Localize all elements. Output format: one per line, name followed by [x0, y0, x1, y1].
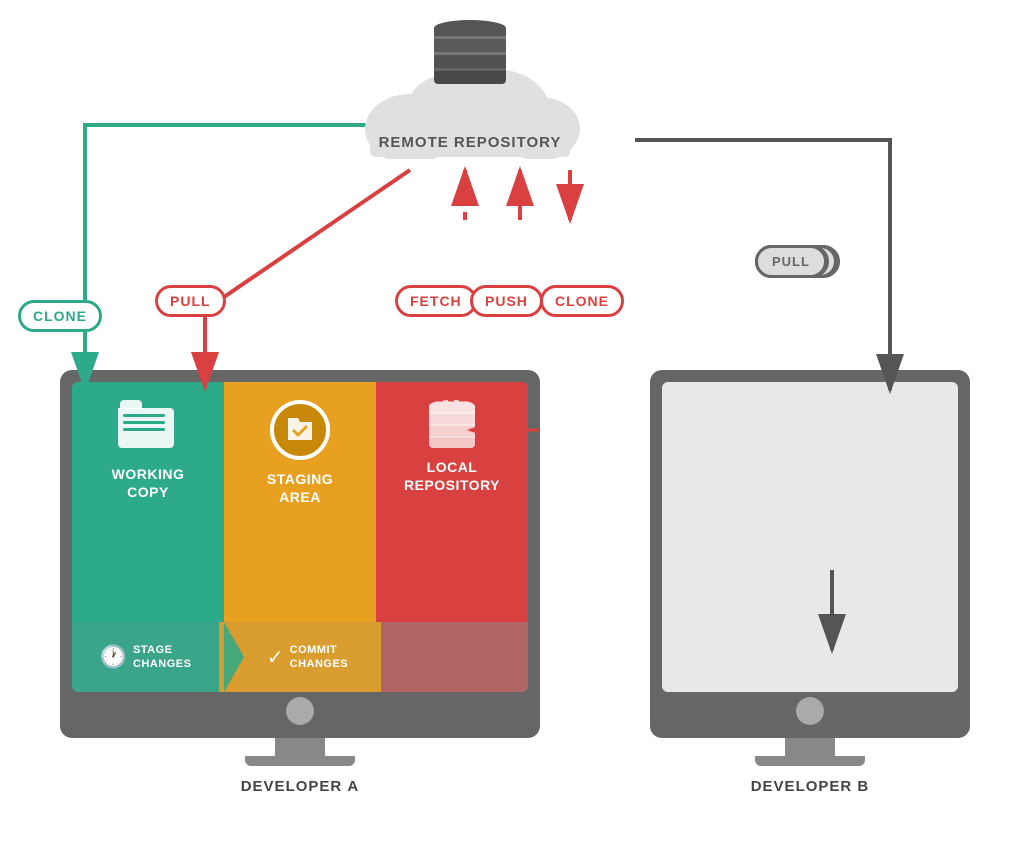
working-copy-title: WORKINGCOPY [112, 465, 185, 501]
pull-label: PULL [155, 285, 226, 317]
developer-a-computer: WORKINGCOPY STAGINGAREA [60, 370, 540, 795]
stage-changes-icon: 🕐 [100, 644, 127, 670]
monitor-a-button [286, 697, 314, 725]
local-repo-icon [429, 400, 475, 448]
monitor-b-base [755, 756, 865, 766]
commit-changes-icon: ✓ [267, 645, 284, 670]
screen-b [662, 382, 958, 692]
monitor-a-stand [275, 738, 325, 756]
monitor-a: WORKINGCOPY STAGINGAREA [60, 370, 540, 738]
pull-b-label: PULL [755, 245, 827, 278]
working-copy-folder-icon [118, 400, 178, 455]
diagram: REMOTE REPOSITORY CLONE PULL FETCH PUSH … [0, 0, 1018, 858]
developer-b-computer: DEVELOPER B [650, 370, 970, 795]
remote-repository-label: REMOTE REPOSITORY [379, 134, 562, 151]
staging-area-title: STAGINGAREA [267, 470, 333, 506]
monitor-b [650, 370, 970, 738]
screen-a: WORKINGCOPY STAGINGAREA [72, 382, 528, 692]
staging-area-icon [270, 400, 330, 460]
remote-repository: REMOTE REPOSITORY [350, 20, 590, 159]
monitor-b-stand [785, 738, 835, 756]
stage-changes-section: 🕐 STAGECHANGES [72, 622, 219, 692]
developer-a-label: DEVELOPER A [241, 778, 360, 795]
remote-db-icon [434, 20, 506, 84]
stage-changes-label: STAGECHANGES [133, 643, 192, 672]
push-label: PUSH [470, 285, 543, 317]
commit-changes-label: COMMITCHANGES [290, 643, 349, 672]
developer-b-label: DEVELOPER B [751, 778, 870, 795]
clone-right-label: CLONE [540, 285, 624, 317]
local-repo-title: LOCALREPOSITORY [404, 458, 500, 494]
local-repo-bottom [381, 622, 528, 692]
monitor-b-button [796, 697, 824, 725]
clone-left-label: CLONE [18, 300, 102, 332]
fetch-label: FETCH [395, 285, 477, 317]
monitor-a-base [245, 756, 355, 766]
